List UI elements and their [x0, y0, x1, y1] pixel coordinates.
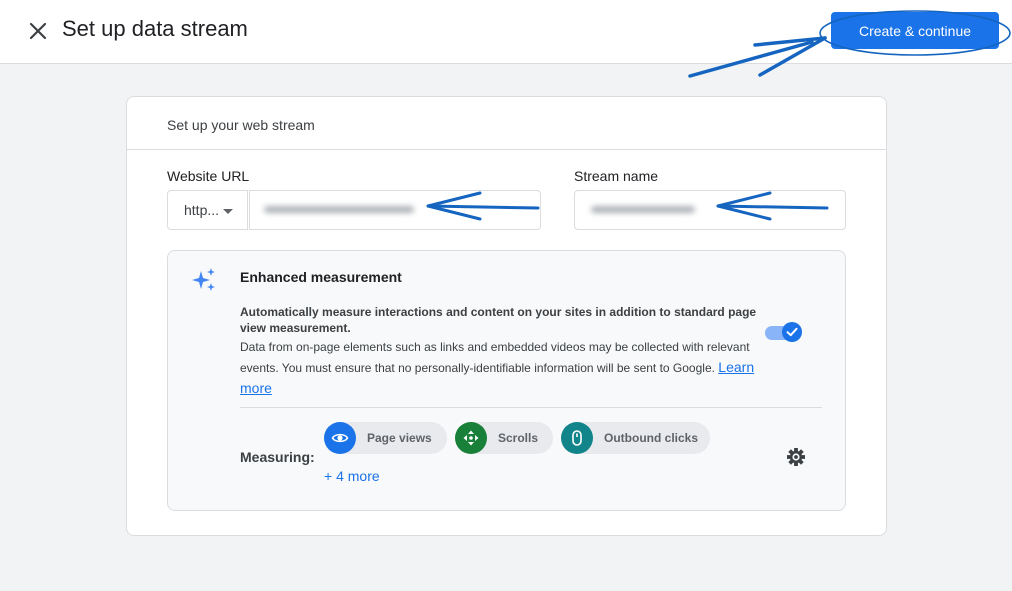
- top-bar: Set up data stream Create & continue: [0, 0, 1012, 64]
- redacted-url: [264, 206, 414, 213]
- enhanced-measurement-panel: Enhanced measurement Automatically measu…: [167, 250, 846, 511]
- scroll-arrows-icon: [455, 422, 487, 454]
- more-measurements-link[interactable]: + 4 more: [324, 468, 380, 484]
- enhanced-measurement-description: Data from on-page elements such as links…: [240, 337, 760, 399]
- divider: [240, 407, 822, 408]
- chip-scrolls[interactable]: Scrolls: [455, 422, 553, 454]
- website-url-input[interactable]: [249, 190, 541, 230]
- web-stream-card: Set up your web stream Website URL http.…: [126, 96, 887, 536]
- enhanced-measurement-summary: Automatically measure interactions and c…: [240, 305, 757, 335]
- card-header: Set up your web stream: [127, 97, 886, 150]
- description-text: Data from on-page elements such as links…: [240, 340, 750, 375]
- create-continue-button[interactable]: Create & continue: [831, 12, 999, 49]
- sparkle-icon: [191, 267, 217, 293]
- check-icon[interactable]: [782, 322, 802, 342]
- chip-page-views[interactable]: Page views: [324, 422, 447, 454]
- mouse-icon: [561, 422, 593, 454]
- enhanced-measurement-title: Enhanced measurement: [240, 269, 402, 285]
- eye-icon: [324, 422, 356, 454]
- close-icon[interactable]: [26, 19, 50, 43]
- website-url-label: Website URL: [167, 168, 250, 184]
- gear-icon[interactable]: [785, 446, 807, 468]
- page-title: Set up data stream: [62, 16, 248, 41]
- chip-label: Page views: [367, 431, 432, 445]
- redacted-stream-name: [591, 206, 695, 213]
- chevron-down-icon: [223, 209, 233, 214]
- chip-outbound-clicks[interactable]: Outbound clicks: [561, 422, 710, 454]
- protocol-select[interactable]: http...: [167, 190, 248, 230]
- chip-label: Outbound clicks: [604, 431, 699, 445]
- protocol-value: http...: [184, 202, 220, 218]
- stream-name-input[interactable]: [574, 190, 846, 230]
- card-title: Set up your web stream: [167, 117, 315, 133]
- stream-name-label: Stream name: [574, 168, 659, 184]
- chip-label: Scrolls: [498, 431, 539, 445]
- measuring-label: Measuring:: [240, 449, 315, 465]
